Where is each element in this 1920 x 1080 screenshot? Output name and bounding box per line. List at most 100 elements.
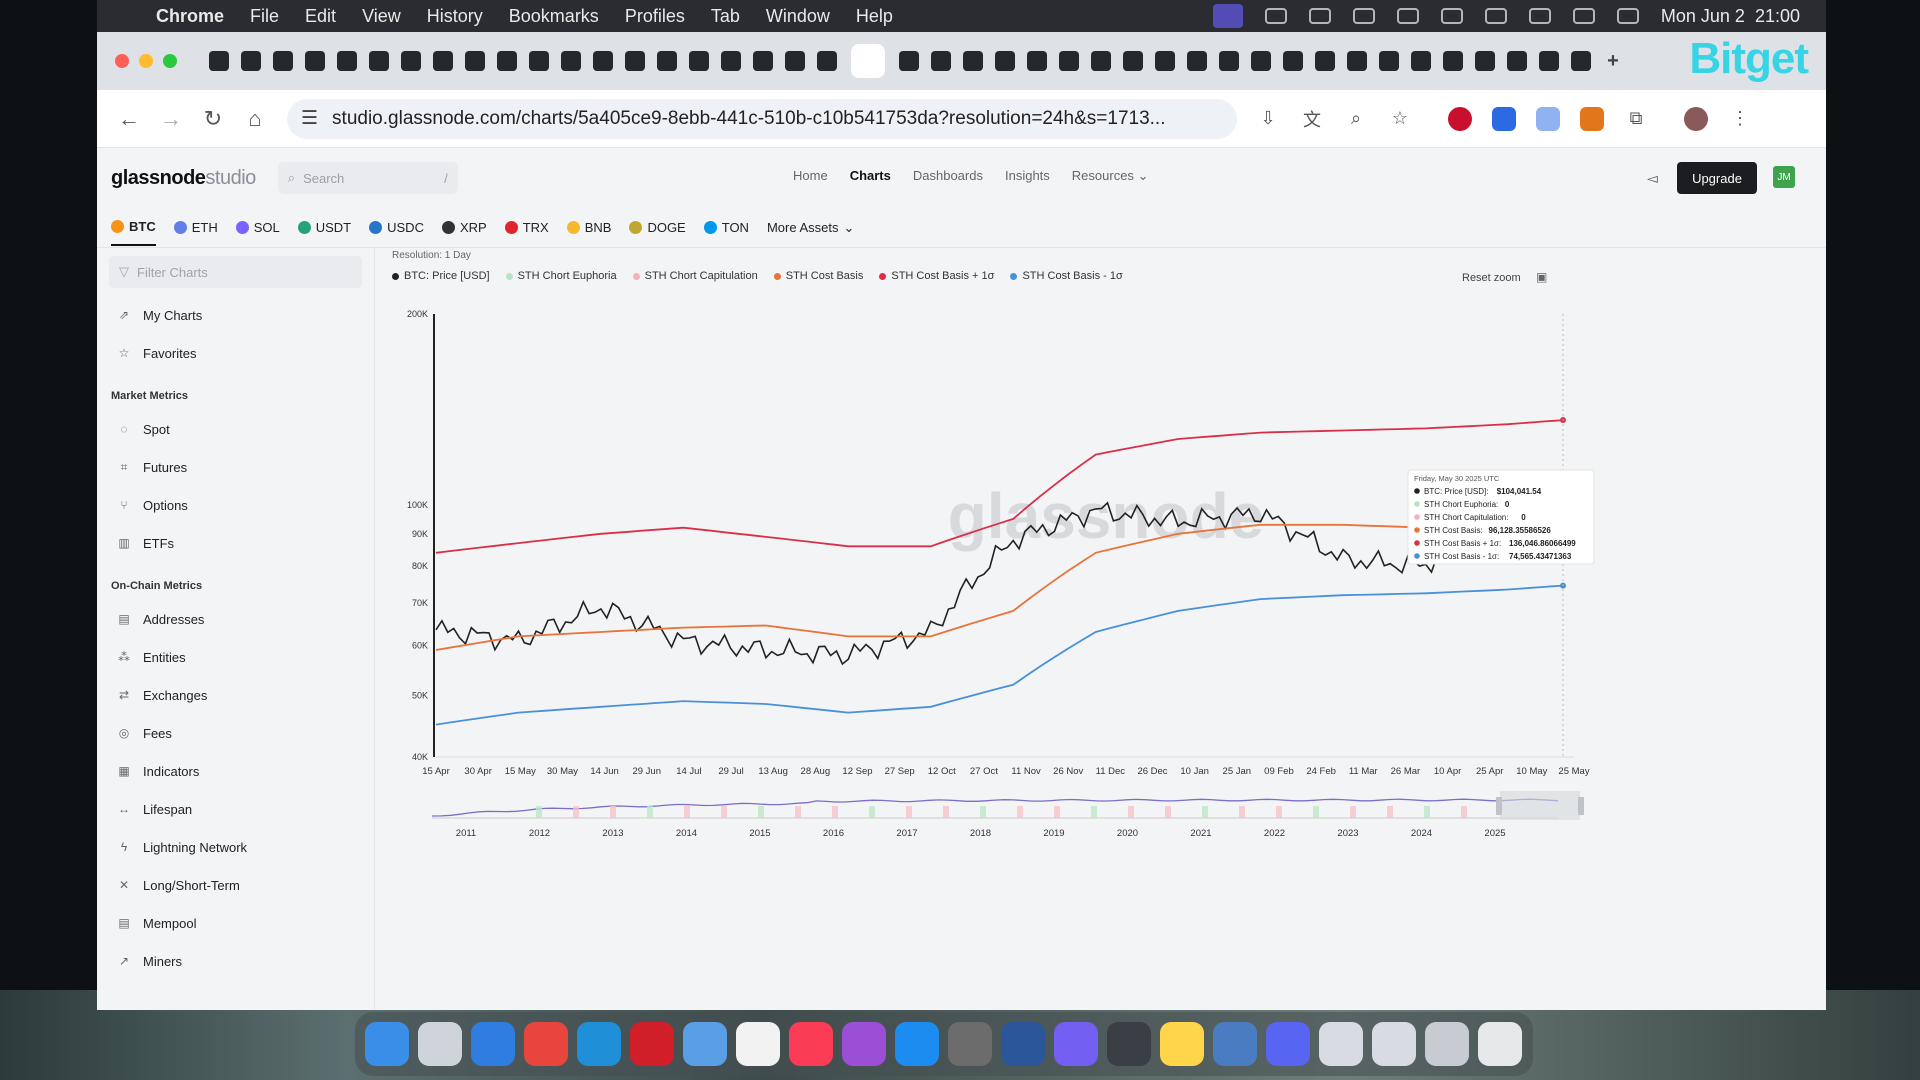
right-tab-6[interactable] bbox=[1091, 51, 1111, 71]
dock-app-icon-19[interactable] bbox=[1372, 1022, 1416, 1066]
right-tab-5[interactable] bbox=[1059, 51, 1079, 71]
asset-tab-trx[interactable]: TRX bbox=[504, 210, 549, 245]
right-tab-2[interactable] bbox=[963, 51, 983, 71]
sidebar-item-indicators[interactable]: ▦ Indicators bbox=[97, 752, 374, 790]
install-app-icon[interactable]: ⇩ bbox=[1255, 106, 1281, 132]
dock-app-icon-18[interactable] bbox=[1319, 1022, 1363, 1066]
left-tab-5[interactable] bbox=[369, 51, 389, 71]
left-tab-16[interactable] bbox=[721, 51, 741, 71]
menu-help[interactable]: Help bbox=[856, 6, 893, 27]
user-avatar[interactable]: JM bbox=[1773, 166, 1795, 188]
right-tab-11[interactable] bbox=[1251, 51, 1271, 71]
play-status-icon[interactable] bbox=[1396, 8, 1419, 24]
dock-app-icon-0[interactable] bbox=[365, 1022, 409, 1066]
asset-tab-bnb[interactable]: BNB bbox=[566, 210, 611, 245]
right-tab-0[interactable] bbox=[899, 51, 919, 71]
forward-icon[interactable]: → bbox=[153, 106, 189, 132]
left-tab-0[interactable] bbox=[209, 51, 229, 71]
minimize-window-button[interactable] bbox=[139, 54, 153, 68]
upgrade-button[interactable]: Upgrade bbox=[1677, 162, 1757, 194]
menu-tab[interactable]: Tab bbox=[711, 6, 740, 27]
close-window-button[interactable] bbox=[115, 54, 129, 68]
left-tab-13[interactable] bbox=[625, 51, 645, 71]
glassnode-logo[interactable]: glassnodestudio bbox=[111, 167, 256, 190]
dock-app-icon-2[interactable] bbox=[471, 1022, 515, 1066]
zoom-icon[interactable]: ⌕ bbox=[1343, 106, 1369, 132]
left-tab-17[interactable] bbox=[753, 51, 773, 71]
dock-app-icon-12[interactable] bbox=[1001, 1022, 1045, 1066]
left-tab-6[interactable] bbox=[401, 51, 421, 71]
asset-tab-ton[interactable]: TON bbox=[703, 210, 749, 245]
menu-edit[interactable]: Edit bbox=[305, 6, 336, 27]
menu-bookmarks[interactable]: Bookmarks bbox=[509, 6, 599, 27]
dock-app-icon-7[interactable] bbox=[736, 1022, 780, 1066]
home-icon[interactable]: ⌂ bbox=[237, 106, 273, 132]
right-tab-18[interactable] bbox=[1475, 51, 1495, 71]
site-settings-icon[interactable]: ☰ bbox=[301, 107, 318, 130]
left-tab-10[interactable] bbox=[529, 51, 549, 71]
search-input[interactable]: ⌕ Search / bbox=[277, 162, 458, 194]
zoom-window-button[interactable] bbox=[163, 54, 177, 68]
dock-app-icon-21[interactable] bbox=[1478, 1022, 1522, 1066]
sidebar-item-miners[interactable]: ↗ Miners bbox=[97, 942, 374, 980]
menu-app-name[interactable]: Chrome bbox=[156, 6, 224, 27]
calendar-status-icon[interactable] bbox=[1352, 8, 1375, 24]
nav-dashboards[interactable]: Dashboards bbox=[913, 168, 983, 184]
wifi-icon[interactable] bbox=[1484, 8, 1507, 24]
browser-menu-icon[interactable]: ⋮ bbox=[1727, 106, 1753, 132]
dock-app-icon-11[interactable] bbox=[948, 1022, 992, 1066]
extension-translate-icon[interactable] bbox=[1535, 106, 1561, 132]
sidebar-item-long-short-term[interactable]: ✕ Long/Short-Term bbox=[97, 866, 374, 904]
left-tab-18[interactable] bbox=[785, 51, 805, 71]
left-tab-15[interactable] bbox=[689, 51, 709, 71]
asset-tab-more-assets[interactable]: More Assets ⌄ bbox=[767, 210, 854, 246]
siri-icon[interactable] bbox=[1616, 8, 1639, 24]
asset-tab-usdt[interactable]: USDT bbox=[297, 210, 351, 245]
dock-app-icon-6[interactable] bbox=[683, 1022, 727, 1066]
sidebar-item-lightning-network[interactable]: ϟ Lightning Network bbox=[97, 828, 374, 866]
announcements-icon[interactable]: ◅ bbox=[1647, 170, 1658, 187]
dock-app-icon-10[interactable] bbox=[895, 1022, 939, 1066]
asset-tab-xrp[interactable]: XRP bbox=[441, 210, 487, 245]
dock-app-icon-4[interactable] bbox=[577, 1022, 621, 1066]
left-tab-8[interactable] bbox=[465, 51, 485, 71]
asset-tab-usdc[interactable]: USDC bbox=[369, 210, 424, 245]
menu-file[interactable]: File bbox=[250, 6, 279, 27]
metamask-icon[interactable] bbox=[1579, 106, 1605, 132]
left-tab-7[interactable] bbox=[433, 51, 453, 71]
profile-avatar-icon[interactable] bbox=[1683, 106, 1709, 132]
chart-svg[interactable]: 200K 100K 90K 80K 70K 60K 50K 40K glassnode 15 Ap… bbox=[376, 248, 1826, 1010]
right-tab-19[interactable] bbox=[1507, 51, 1527, 71]
menu-window[interactable]: Window bbox=[766, 6, 830, 27]
right-tab-7[interactable] bbox=[1123, 51, 1143, 71]
left-tab-1[interactable] bbox=[241, 51, 261, 71]
left-tab-19[interactable] bbox=[817, 51, 837, 71]
active-tab-close-icon[interactable] bbox=[851, 44, 885, 78]
right-tab-9[interactable] bbox=[1187, 51, 1207, 71]
sidebar-item-spot[interactable]: ◌ Spot bbox=[97, 410, 374, 448]
sidebar-item-mempool[interactable]: ▤ Mempool bbox=[97, 904, 374, 942]
left-tab-12[interactable] bbox=[593, 51, 613, 71]
dock-app-icon-5[interactable] bbox=[630, 1022, 674, 1066]
asset-tab-btc[interactable]: BTC bbox=[111, 209, 156, 246]
dock-app-icon-14[interactable] bbox=[1107, 1022, 1151, 1066]
dock-app-icon-3[interactable] bbox=[524, 1022, 568, 1066]
right-tab-14[interactable] bbox=[1347, 51, 1367, 71]
nav-charts[interactable]: Charts bbox=[850, 168, 891, 184]
asset-tab-sol[interactable]: SOL bbox=[235, 210, 280, 245]
right-tab-10[interactable] bbox=[1219, 51, 1239, 71]
dock-app-icon-9[interactable] bbox=[842, 1022, 886, 1066]
sidebar-item-etfs[interactable]: ▥ ETFs bbox=[97, 524, 374, 562]
right-tab-16[interactable] bbox=[1411, 51, 1431, 71]
spotlight-icon[interactable] bbox=[1528, 8, 1551, 24]
nav-home[interactable]: Home bbox=[793, 168, 828, 184]
extension-red-icon[interactable] bbox=[1447, 106, 1473, 132]
dock-app-icon-13[interactable] bbox=[1054, 1022, 1098, 1066]
sidebar-item-lifespan[interactable]: ↔ Lifespan bbox=[97, 790, 374, 828]
sidebar-item-futures[interactable]: ⌗ Futures bbox=[97, 448, 374, 486]
sidebar-item-entities[interactable]: ⁂ Entities bbox=[97, 638, 374, 676]
right-tab-12[interactable] bbox=[1283, 51, 1303, 71]
dock-app-icon-20[interactable] bbox=[1425, 1022, 1469, 1066]
right-tab-8[interactable] bbox=[1155, 51, 1175, 71]
right-tab-21[interactable] bbox=[1571, 51, 1591, 71]
